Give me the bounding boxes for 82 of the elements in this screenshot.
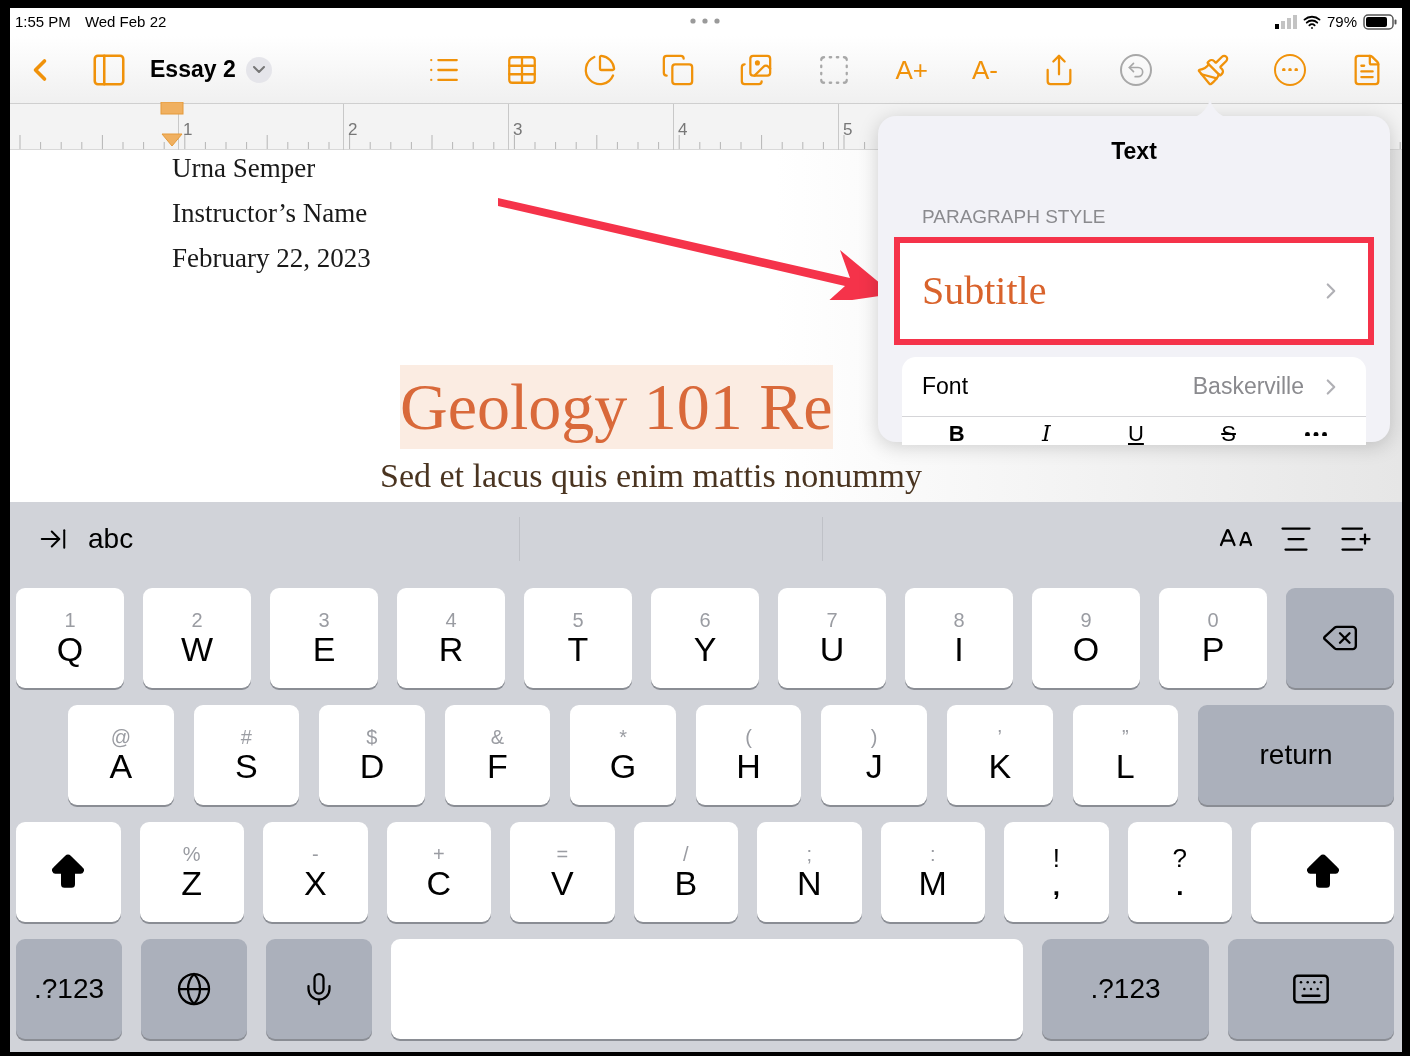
key[interactable]: @ A [68, 705, 174, 805]
font-row[interactable]: Font Baskerville [902, 357, 1366, 417]
key[interactable]: * G [570, 705, 676, 805]
status-time: 1:55 PM [15, 11, 71, 32]
underline-button[interactable]: U [1120, 423, 1152, 445]
photos-icon [739, 52, 774, 87]
ruler-number: 4 [678, 120, 688, 139]
key[interactable]: : M [880, 822, 985, 922]
key[interactable]: 3 E [270, 588, 378, 688]
wifi-icon [1302, 13, 1321, 31]
key[interactable]: 2 W [143, 588, 251, 688]
key[interactable]: $ D [319, 705, 425, 805]
key[interactable]: ! , [1004, 822, 1109, 922]
font-value: Baskerville [1192, 372, 1304, 402]
key[interactable]: 5 T [524, 588, 632, 688]
hide-keyboard-key[interactable] [1228, 939, 1394, 1039]
key[interactable]: 6 Y [651, 588, 759, 688]
multitasking-dots-icon [690, 18, 720, 24]
key[interactable]: ’ K [946, 705, 1053, 805]
undo-icon [1126, 59, 1146, 80]
key[interactable]: = V [510, 822, 615, 922]
header-line: February 22, 2023 [172, 242, 371, 275]
subtitle-text: Sed et lacus quis enim mattis nonummy [380, 457, 923, 494]
paintbrush-button[interactable] [1196, 52, 1230, 87]
numbers-key[interactable]: .?123 [16, 939, 122, 1039]
key[interactable]: % Z [139, 822, 244, 922]
key[interactable]: 1 Q [16, 588, 124, 688]
globe-key[interactable] [141, 939, 247, 1039]
key[interactable]: ? . [1127, 822, 1232, 922]
section-header: PARAGRAPH STYLE [922, 204, 1107, 229]
key[interactable]: ( H [695, 705, 802, 805]
key[interactable]: ” L [1072, 705, 1179, 805]
header-line: Instructor’s Name [172, 197, 368, 230]
key[interactable]: 8 I [905, 588, 1013, 688]
globe-icon [176, 971, 212, 1007]
key[interactable]: / B [633, 822, 738, 922]
key[interactable]: 0 P [1159, 588, 1267, 688]
ruler-number: 2 [348, 120, 358, 139]
shapes-icon [661, 52, 696, 87]
ruler-number: 1 [183, 120, 193, 139]
battery-icon [1363, 14, 1397, 30]
key[interactable]: 4 R [397, 588, 505, 688]
paintbrush-icon [1196, 52, 1230, 87]
popover-title: Text [1111, 137, 1157, 166]
pie-chart-button[interactable] [583, 52, 618, 87]
key[interactable]: 7 U [778, 588, 886, 688]
ruler-number: 3 [513, 120, 523, 139]
more-icon [1282, 67, 1298, 72]
font-label: Font [922, 372, 969, 402]
more-icon [1305, 431, 1328, 437]
key[interactable]: + C [386, 822, 491, 922]
document-title[interactable]: Essay 2 [150, 52, 236, 87]
battery-percentage: 79% [1326, 11, 1357, 32]
document-title-text: Geology 101 Re [400, 365, 833, 449]
key[interactable]: ) J [821, 705, 927, 805]
key[interactable]: & F [444, 705, 551, 805]
pie-chart-icon [583, 52, 618, 87]
shapes-button[interactable] [661, 52, 696, 87]
title-menu-button[interactable] [245, 56, 272, 83]
chevron-down-icon [252, 66, 265, 73]
ruler-number: 5 [843, 120, 853, 139]
status-date: Wed Feb 22 [84, 11, 167, 32]
italic-button[interactable]: I [1033, 423, 1059, 445]
delete-key[interactable] [1286, 588, 1394, 688]
strike-button[interactable]: S [1213, 423, 1244, 445]
key[interactable]: ; N [757, 822, 862, 922]
photos-button[interactable] [739, 52, 774, 87]
signal-icon [1274, 15, 1297, 29]
shift-key[interactable] [1251, 822, 1394, 922]
return-key[interactable]: return [1198, 705, 1395, 805]
shortcut-abc[interactable]: abc [88, 518, 134, 560]
key[interactable]: 9 O [1032, 588, 1140, 688]
more-button[interactable] [1274, 53, 1306, 86]
key[interactable]: - X [263, 822, 368, 922]
indent-marker-icon[interactable] [160, 102, 184, 148]
shift-key[interactable] [16, 822, 121, 922]
bold-button[interactable]: B [940, 423, 973, 445]
header-line: Urna Semper [172, 152, 316, 185]
key[interactable]: # S [193, 705, 300, 805]
numbers-key[interactable]: .?123 [1042, 939, 1209, 1039]
dictation-key[interactable] [266, 939, 372, 1039]
more-format-button[interactable] [1305, 431, 1328, 437]
